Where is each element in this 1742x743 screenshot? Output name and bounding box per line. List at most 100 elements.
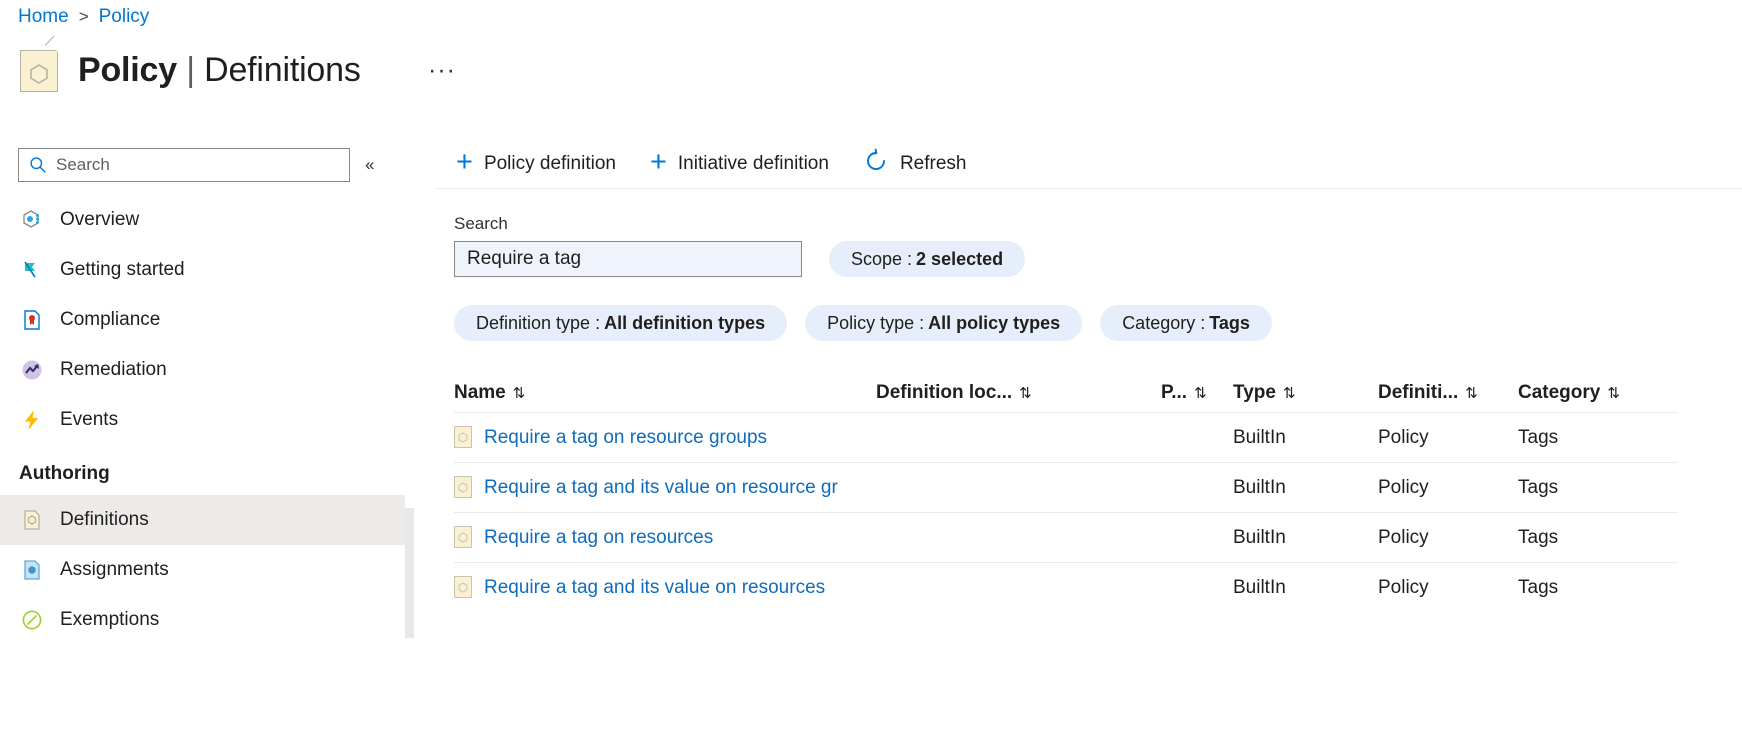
sidebar-group-authoring: Authoring — [19, 463, 110, 484]
command-label: Initiative definition — [677, 153, 829, 174]
column-label: Name — [454, 382, 506, 403]
sidebar-item-label: Exemptions — [60, 609, 160, 630]
cell-definition-type: Policy — [1378, 476, 1429, 498]
policy-definitions-page: Home > Policy Policy | Definitions ··· S… — [0, 0, 1742, 743]
definition-type-value: All definition types — [604, 312, 766, 333]
table-row[interactable]: Require a tag on resource groups BuiltIn… — [454, 412, 1678, 462]
page-title-rest: Definitions — [204, 50, 361, 89]
scope-filter-value: 2 selected — [916, 248, 1004, 269]
sort-icon: ⇅ — [1194, 385, 1207, 402]
cell-type: BuiltIn — [1233, 426, 1286, 448]
cell-type: BuiltIn — [1233, 526, 1286, 548]
cell-type: BuiltIn — [1233, 576, 1286, 598]
breadcrumb-separator-icon: > — [78, 7, 89, 26]
table-row[interactable]: Require a tag on resources BuiltIn Polic… — [454, 512, 1678, 562]
category-value: Tags — [1209, 312, 1250, 333]
sidebar-item-label: Overview — [60, 209, 140, 230]
filter-area: Search Require a tag Scope : 2 selected … — [435, 188, 1678, 341]
sidebar-item-getting-started[interactable]: Getting started — [0, 245, 405, 295]
sidebar-item-label: Events — [60, 409, 119, 430]
page-title-row: Policy | Definitions — [18, 35, 361, 94]
column-label: P... — [1161, 382, 1188, 403]
column-header-definition-type[interactable]: Definiti... ⇅ — [1378, 382, 1518, 404]
sidebar-nav-list: Overview Getting started Compliance Reme… — [0, 195, 405, 645]
policy-name-link[interactable]: Require a tag and its value on resources — [484, 577, 825, 599]
sidebar-item-assignments[interactable]: Assignments — [0, 545, 405, 595]
command-bar-divider — [435, 188, 1742, 189]
scope-filter-pill[interactable]: Scope : 2 selected — [829, 241, 1026, 277]
sort-icon: ⇅ — [1607, 385, 1620, 402]
plus-icon: + — [456, 146, 473, 178]
cell-category: Tags — [1518, 526, 1559, 548]
sort-icon: ⇅ — [1465, 385, 1478, 402]
scope-filter-label: Scope : — [851, 248, 913, 269]
sidebar-item-compliance[interactable]: Compliance — [0, 295, 405, 345]
policy-definition-icon — [454, 426, 474, 449]
policy-name-link[interactable]: Require a tag and its value on resource … — [484, 477, 838, 499]
add-policy-definition-button[interactable]: + Policy definition — [454, 147, 618, 181]
search-icon — [30, 157, 46, 173]
sidebar-item-events[interactable]: Events — [0, 395, 405, 445]
collapse-sidebar-button[interactable]: « — [362, 152, 377, 178]
column-header-type[interactable]: Type ⇅ — [1233, 382, 1378, 404]
search-field-label: Search — [454, 214, 508, 233]
column-header-p[interactable]: P... ⇅ — [1161, 382, 1233, 404]
cell-category: Tags — [1518, 426, 1559, 448]
table-scrollbar[interactable] — [405, 508, 414, 638]
breadcrumb-policy[interactable]: Policy — [99, 6, 150, 28]
sidebar-search-row: Search « — [0, 140, 405, 182]
sidebar-item-definitions[interactable]: Definitions — [0, 495, 405, 545]
column-label: Definiti... — [1378, 382, 1459, 403]
cell-name: Require a tag and its value on resource … — [454, 476, 876, 499]
add-initiative-definition-button[interactable]: + Initiative definition — [648, 147, 831, 181]
sidebar-item-label: Compliance — [60, 309, 161, 330]
column-label: Definition loc... — [876, 382, 1013, 403]
sidebar-item-overview[interactable]: Overview — [0, 195, 405, 245]
sidebar-item-remediation[interactable]: Remediation — [0, 345, 405, 395]
policy-name-link[interactable]: Require a tag on resources — [484, 527, 713, 549]
sidebar-item-label: Definitions — [60, 509, 149, 530]
cell-type: BuiltIn — [1233, 476, 1286, 498]
table-row[interactable]: Require a tag and its value on resource … — [454, 462, 1678, 512]
remediation-chart-icon — [19, 357, 45, 383]
policy-type-filter-pill[interactable]: Policy type : All policy types — [805, 305, 1083, 341]
cell-category: Tags — [1518, 576, 1559, 598]
cell-name: Require a tag on resources — [454, 526, 876, 549]
policy-type-value: All policy types — [928, 312, 1061, 333]
refresh-icon — [863, 148, 889, 180]
page-title-bar: | — [186, 50, 195, 89]
exemptions-circle-icon — [19, 607, 45, 633]
search-and-scope-row: Require a tag Scope : 2 selected — [454, 241, 1678, 277]
column-header-name[interactable]: Name ⇅ — [454, 382, 876, 404]
cell-name: Require a tag on resource groups — [454, 426, 876, 449]
page-title: Policy | Definitions — [78, 51, 361, 90]
category-filter-pill[interactable]: Category : Tags — [1100, 305, 1272, 341]
search-input[interactable]: Require a tag — [454, 241, 802, 277]
policy-name-link[interactable]: Require a tag on resource groups — [484, 427, 767, 449]
cell-name: Require a tag and its value on resources — [454, 576, 876, 599]
policy-document-icon — [18, 35, 63, 94]
sidebar-search-input[interactable]: Search — [18, 148, 350, 182]
more-options-button[interactable]: ··· — [428, 58, 456, 83]
plus-icon: + — [649, 146, 667, 178]
column-header-definition-location[interactable]: Definition loc... ⇅ — [876, 382, 1161, 404]
policy-definition-icon — [454, 526, 474, 549]
breadcrumb: Home > Policy — [18, 6, 149, 28]
sidebar-item-exemptions[interactable]: Exemptions — [0, 595, 405, 645]
sidebar-item-label: Assignments — [60, 559, 169, 580]
breadcrumb-home[interactable]: Home — [18, 6, 69, 28]
column-header-category[interactable]: Category ⇅ — [1518, 382, 1678, 404]
definitions-document-icon — [19, 507, 45, 533]
definition-type-filter-pill[interactable]: Definition type : All definition types — [454, 305, 788, 341]
definition-type-label: Definition type : — [476, 312, 601, 333]
cell-definition-type: Policy — [1378, 576, 1429, 598]
main-content: + Policy definition + Initiative definit… — [435, 140, 1742, 612]
policy-type-label: Policy type : — [827, 312, 925, 333]
sort-icon: ⇅ — [512, 385, 526, 402]
refresh-button[interactable]: Refresh — [861, 144, 969, 184]
lightning-bolt-icon — [19, 407, 45, 433]
hexagon-glyph — [30, 64, 48, 84]
sidebar-item-label: Remediation — [60, 359, 167, 380]
table-row[interactable]: Require a tag and its value on resources… — [454, 562, 1678, 612]
compliance-document-icon — [19, 307, 45, 333]
